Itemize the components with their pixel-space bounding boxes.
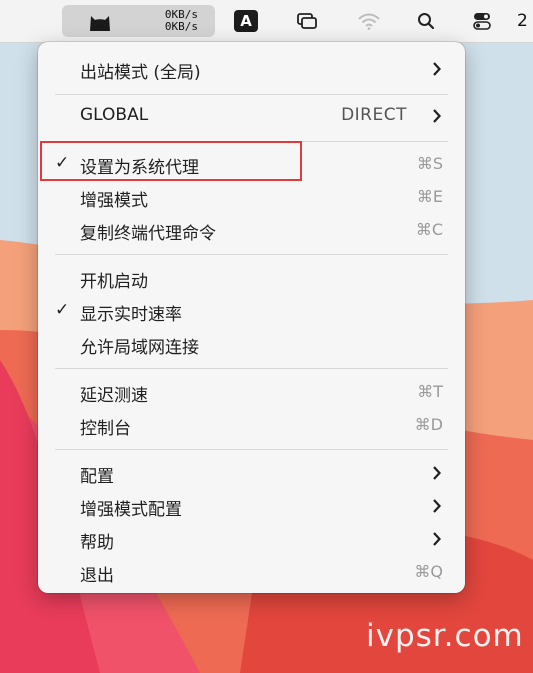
- menu-item-label: 出站模式 (全局): [80, 63, 201, 83]
- keyboard-shortcut: ⌘C: [415, 220, 443, 239]
- menu-item-label: 增强模式配置: [80, 500, 182, 520]
- input-method-icon[interactable]: A: [234, 10, 258, 32]
- keyboard-shortcut: ⌘S: [416, 154, 443, 173]
- keyboard-shortcut: ⌘E: [416, 187, 443, 206]
- keyboard-shortcut: ⌘D: [414, 415, 443, 434]
- menu-item-label: 允许局域网连接: [80, 338, 199, 358]
- selected-proxy-value: DIRECT: [341, 105, 407, 125]
- menu-item-help[interactable]: 帮助: [38, 523, 465, 555]
- menu-item-label: 控制台: [80, 419, 131, 439]
- chevron-right-icon: [433, 499, 441, 513]
- menu-separator: [55, 368, 448, 369]
- menu-item-copy-shell-command[interactable]: 复制终端代理命令 ⌘C: [38, 214, 465, 246]
- annotation-highlight-box: [40, 141, 302, 181]
- menu-item-enhanced-mode[interactable]: 增强模式 ⌘E: [38, 181, 465, 213]
- menu-item-label: 帮助: [80, 533, 114, 553]
- chevron-right-icon: [433, 532, 441, 546]
- menu-item-quit[interactable]: 退出 ⌘Q: [38, 556, 465, 588]
- menu-item-label: 延迟测速: [80, 386, 148, 406]
- chevron-right-icon: [433, 466, 441, 480]
- chevron-right-icon: [433, 62, 441, 76]
- menu-item-label: 增强模式: [80, 191, 148, 211]
- menu-item-global-proxy-group[interactable]: GLOBAL DIRECT: [38, 100, 465, 132]
- wifi-icon[interactable]: [354, 0, 384, 42]
- menu-item-label: 复制终端代理命令: [80, 224, 216, 244]
- keyboard-shortcut: ⌘T: [417, 382, 443, 401]
- clash-cat-icon: [90, 16, 110, 31]
- clash-status-item[interactable]: 0KB/s 0KB/s: [62, 5, 215, 37]
- menu-item-launch-at-login[interactable]: 开机启动: [38, 262, 465, 294]
- control-center-icon[interactable]: [467, 0, 497, 42]
- checkmark-icon: ✓: [55, 300, 70, 320]
- menu-item-label: GLOBAL: [80, 105, 149, 125]
- watermark: ivpsr.com: [366, 618, 524, 654]
- spotlight-search-icon[interactable]: [411, 0, 441, 42]
- clashx-dropdown-menu: 出站模式 (全局) GLOBAL DIRECT ✓ 设置为系统代理 ⌘S 增强模…: [38, 42, 465, 593]
- menu-item-label: 显示实时速率: [80, 305, 182, 325]
- screen-mirroring-icon[interactable]: [292, 0, 322, 42]
- menu-item-dashboard[interactable]: 控制台 ⌘D: [38, 409, 465, 441]
- menu-item-enhanced-config[interactable]: 增强模式配置: [38, 490, 465, 522]
- menu-item-outbound-mode[interactable]: 出站模式 (全局): [38, 53, 465, 85]
- menubar-clock-fragment: 2: [517, 11, 528, 31]
- menu-separator: [55, 449, 448, 450]
- menu-separator: [55, 254, 448, 255]
- menu-item-allow-lan[interactable]: 允许局域网连接: [38, 328, 465, 360]
- menu-item-label: 退出: [80, 566, 114, 586]
- menu-item-label: 开机启动: [80, 272, 148, 292]
- keyboard-shortcut: ⌘Q: [414, 562, 443, 581]
- menu-separator: [55, 94, 448, 95]
- chevron-right-icon: [433, 109, 441, 123]
- menu-item-show-net-speed[interactable]: ✓ 显示实时速率: [38, 295, 465, 327]
- menu-item-label: 配置: [80, 467, 114, 487]
- download-speed: 0KB/s: [164, 20, 198, 33]
- menu-item-latency-test[interactable]: 延迟测速 ⌘T: [38, 376, 465, 408]
- menu-item-config[interactable]: 配置: [38, 457, 465, 489]
- menu-bar: 0KB/s 0KB/s A 2: [0, 0, 533, 43]
- speed-readout: 0KB/s 0KB/s: [146, 9, 198, 33]
